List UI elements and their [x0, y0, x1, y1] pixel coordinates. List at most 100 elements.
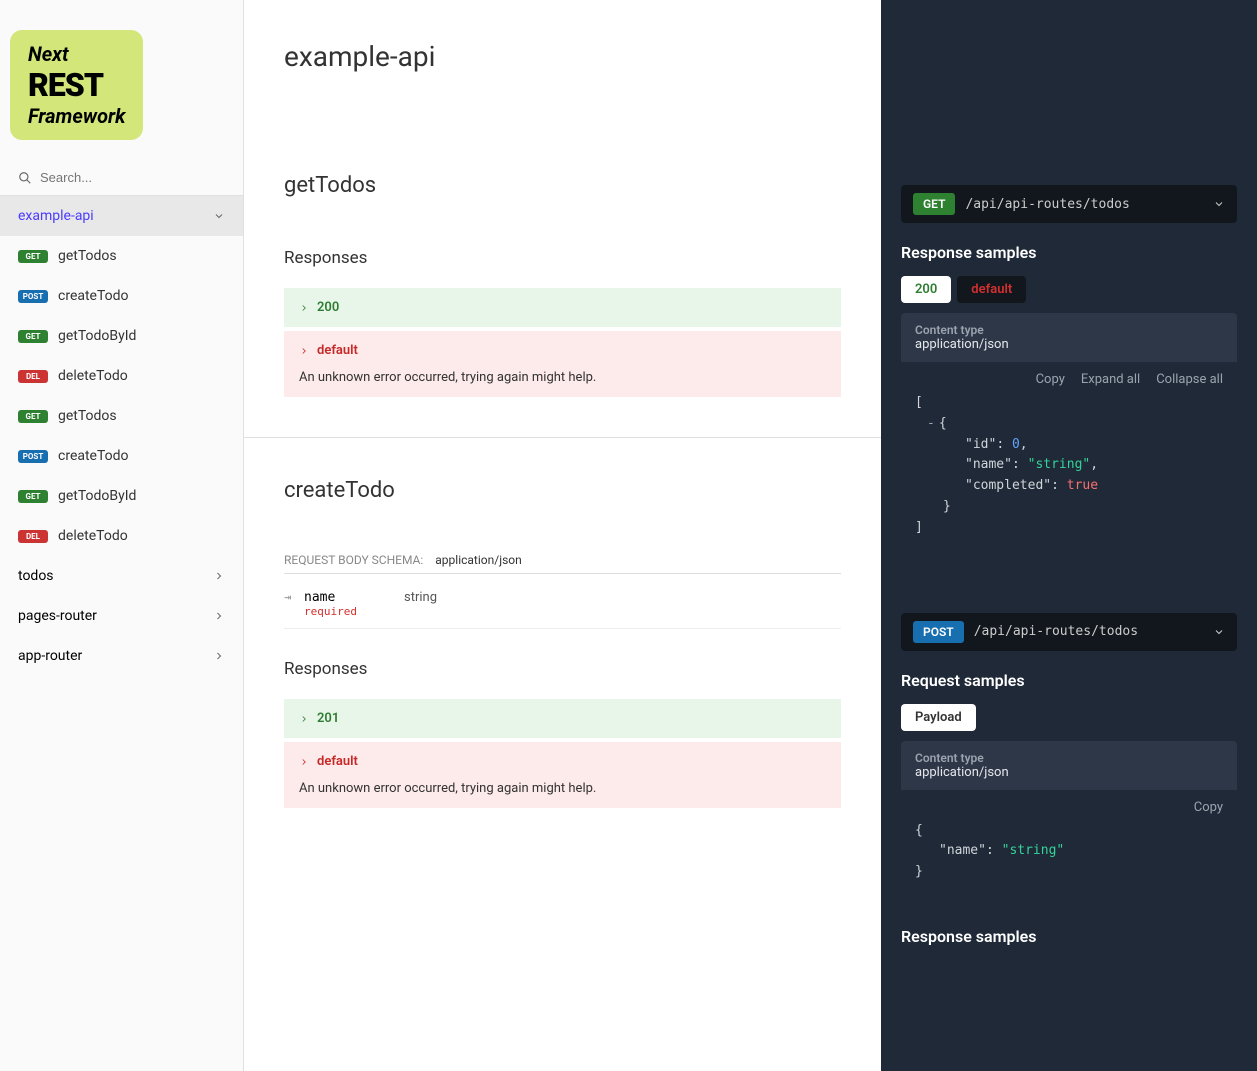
response-description: An unknown error occurred, trying again …	[284, 370, 841, 397]
code-sample-1: [ -{ "id": 0, "name": "string", "complet…	[901, 393, 1237, 553]
code-token: ,	[1090, 457, 1098, 472]
chevron-down-icon	[1213, 626, 1225, 638]
response-default[interactable]: default	[284, 331, 841, 370]
method-badge: DEL	[18, 370, 48, 383]
chevron-right-icon	[213, 610, 225, 622]
schema-label: REQUEST BODY SCHEMA:	[284, 553, 423, 567]
request-samples-heading: Request samples	[901, 671, 1237, 690]
operation-title-gettodos: getTodos	[284, 173, 841, 198]
nav-group-example-api[interactable]: example-api	[0, 196, 243, 236]
param-type: string	[404, 590, 841, 618]
code-actions: Copy	[901, 790, 1237, 821]
method-badge: GET	[18, 250, 48, 263]
code-token: "name"	[939, 843, 986, 858]
code-token: }	[943, 499, 951, 514]
nav-item-createtodo-2[interactable]: POST createTodo	[0, 436, 243, 476]
response-code: default	[317, 343, 358, 358]
nav-item-label: createTodo	[58, 288, 129, 304]
tab-payload[interactable]: Payload	[901, 704, 976, 731]
logo-line3: Framework	[28, 104, 125, 128]
code-token: 0	[1012, 437, 1020, 452]
method-badge: DEL	[18, 530, 48, 543]
logo[interactable]: Next REST Framework	[10, 30, 143, 140]
nav-group-pages-router[interactable]: pages-router	[0, 596, 243, 636]
endpoint-bar-get[interactable]: GET /api/api-routes/todos	[901, 185, 1237, 223]
page-title: example-api	[284, 40, 841, 73]
logo-line1: Next	[28, 42, 125, 66]
content-type-value: application/json	[915, 765, 1223, 780]
responses-heading: Responses	[284, 659, 841, 679]
search-box[interactable]	[0, 160, 243, 196]
copy-button[interactable]: Copy	[1036, 372, 1065, 387]
nav-item-createtodo-1[interactable]: POSTcreateTodo	[0, 276, 243, 316]
nav-group-label: app-router	[18, 648, 82, 664]
chevron-right-icon	[299, 303, 309, 313]
nav-item-deletetodo-1[interactable]: DEL deleteTodo	[0, 356, 243, 396]
search-icon	[18, 171, 32, 185]
nav-item-label: deleteTodo	[58, 368, 128, 384]
endpoint-method: POST	[913, 621, 964, 643]
response-code: 200	[317, 300, 339, 315]
code-sample-2: { "name": "string" }	[901, 821, 1237, 897]
chevron-down-icon	[1213, 198, 1225, 210]
nav-group-app-router[interactable]: app-router	[0, 636, 243, 676]
chevron-right-icon	[299, 346, 309, 356]
code-token: "name"	[965, 457, 1012, 472]
nav-group-todos[interactable]: todos	[0, 556, 243, 596]
response-samples-heading-2: Response samples	[901, 927, 1237, 946]
nav-item-label: getTodos	[58, 248, 117, 264]
content-panel: example-api getTodos Responses 200 defau…	[244, 0, 881, 1071]
request-tabs: Payload	[901, 704, 1237, 731]
operation-title-createtodo: createTodo	[284, 478, 841, 503]
nav-item-gettodos-2[interactable]: GETgetTodos	[0, 396, 243, 436]
schema-label-row: REQUEST BODY SCHEMA: application/json	[284, 553, 841, 574]
nav-item-gettodobyid-1[interactable]: GETgetTodoById	[0, 316, 243, 356]
logo-container: Next REST Framework	[0, 0, 243, 160]
nav-item-gettodobyid-2[interactable]: GETgetTodoById	[0, 476, 243, 516]
response-200[interactable]: 200	[284, 288, 841, 327]
collapse-toggle-icon[interactable]: -	[927, 416, 935, 431]
code-token: {	[939, 416, 947, 431]
nav-item-label: getTodoById	[58, 328, 136, 344]
collapse-all-button[interactable]: Collapse all	[1156, 372, 1223, 387]
endpoint-bar-post[interactable]: POST /api/api-routes/todos	[901, 613, 1237, 651]
code-token: ,	[1020, 437, 1028, 452]
nav-group-label: pages-router	[18, 608, 97, 624]
nav-group-label: todos	[18, 568, 54, 584]
code-token: :	[1012, 457, 1028, 472]
chevron-right-icon	[299, 714, 309, 724]
response-code: default	[317, 754, 358, 769]
response-tabs: 200 default	[901, 276, 1237, 303]
endpoint-path: /api/api-routes/todos	[965, 197, 1213, 212]
expand-all-button[interactable]: Expand all	[1081, 372, 1140, 387]
method-badge: POST	[18, 450, 48, 463]
arrow-icon: ⇥	[284, 590, 300, 604]
endpoint-path: /api/api-routes/todos	[974, 624, 1213, 639]
code-token: :	[986, 843, 1002, 858]
content-type-value: application/json	[915, 337, 1223, 352]
schema-key-cell: ⇥ name required	[284, 590, 404, 618]
response-description: An unknown error occurred, trying again …	[284, 781, 841, 808]
sidebar: Next REST Framework example-api GETgetTo…	[0, 0, 244, 1071]
responses-heading: Responses	[284, 248, 841, 268]
chevron-right-icon	[213, 650, 225, 662]
tab-200[interactable]: 200	[901, 276, 951, 303]
copy-button[interactable]: Copy	[1194, 800, 1223, 815]
tab-default[interactable]: default	[957, 276, 1026, 303]
endpoint-method: GET	[913, 193, 955, 215]
code-token: :	[1051, 478, 1067, 493]
param-required: required	[304, 605, 357, 618]
nav-item-deletetodo-2[interactable]: DEL deleteTodo	[0, 516, 243, 556]
nav-item-label: getTodos	[58, 408, 117, 424]
nav-item-label: deleteTodo	[58, 528, 128, 544]
response-default[interactable]: default	[284, 742, 841, 781]
chevron-down-icon	[213, 210, 225, 222]
search-input[interactable]	[40, 170, 225, 185]
nav-item-label: createTodo	[58, 448, 129, 464]
code-token: "string"	[1028, 457, 1091, 472]
schema-content-type: application/json	[435, 553, 521, 567]
content-type-box: Content type application/json	[901, 741, 1237, 790]
nav-item-gettodos-1[interactable]: GET getTodos	[0, 236, 243, 276]
response-201[interactable]: 201	[284, 699, 841, 738]
code-panel: GET /api/api-routes/todos Response sampl…	[881, 0, 1257, 1071]
